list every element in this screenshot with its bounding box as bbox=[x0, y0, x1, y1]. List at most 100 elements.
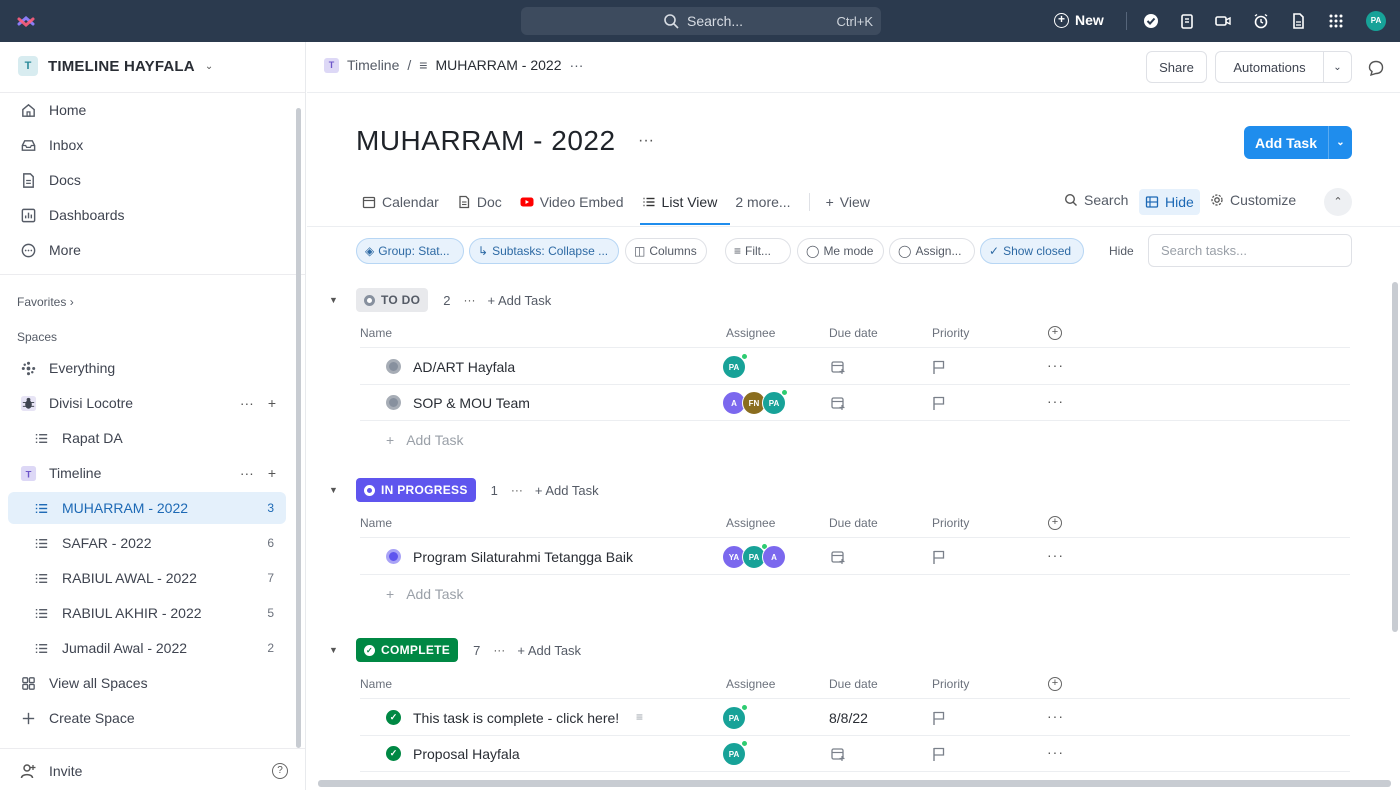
columns-button[interactable]: ◫ Columns bbox=[625, 238, 707, 264]
sidebar-item-muharram-2022[interactable]: MUHARRAM - 2022 3 bbox=[8, 492, 286, 524]
group-add-task[interactable]: + Add Task bbox=[488, 293, 552, 308]
ellipsis-icon[interactable]: ··· bbox=[240, 395, 254, 411]
group-by-filter[interactable]: ◈ Group: Stat... bbox=[356, 238, 464, 264]
add-task-row[interactable]: + Add Task bbox=[386, 586, 464, 602]
subtasks-filter[interactable]: ↳ Subtasks: Collapse ... bbox=[469, 238, 619, 264]
global-search[interactable]: Search... Ctrl+K bbox=[521, 7, 881, 35]
ellipsis-icon[interactable]: ··· bbox=[1047, 357, 1064, 373]
sidebar-item-rabiul-awal-2022[interactable]: RABIUL AWAL - 2022 7 bbox=[8, 562, 286, 594]
add-column-icon[interactable]: + bbox=[1048, 516, 1062, 530]
customize-button[interactable]: Customize bbox=[1210, 192, 1296, 208]
task-name[interactable]: This task is complete - click here! bbox=[413, 710, 619, 726]
main-scrollbar-horizontal[interactable] bbox=[318, 780, 1391, 787]
col-priority[interactable]: Priority bbox=[932, 326, 969, 340]
breadcrumb-current[interactable]: MUHARRAM - 2022 bbox=[435, 57, 561, 73]
alarm-clock-icon[interactable] bbox=[1252, 12, 1270, 30]
ellipsis-icon[interactable]: ··· bbox=[1047, 547, 1064, 563]
col-due-date[interactable]: Due date bbox=[829, 326, 878, 340]
chevron-down-icon[interactable]: ⌄ bbox=[1324, 62, 1351, 73]
show-closed-toggle[interactable]: ✓ Show closed bbox=[980, 238, 1084, 264]
col-due-date[interactable]: Due date bbox=[829, 677, 878, 691]
check-circle-icon[interactable] bbox=[1142, 12, 1160, 30]
chevron-down-icon[interactable]: ⌄ bbox=[1329, 137, 1352, 148]
group-add-task[interactable]: + Add Task bbox=[517, 643, 581, 658]
document-icon[interactable] bbox=[1289, 12, 1307, 30]
sidebar-item-home[interactable]: Home bbox=[8, 94, 286, 126]
task-search-input[interactable]: Search tasks... bbox=[1148, 234, 1352, 267]
table-row[interactable]: SOP & MOU Team A FN PA +4 ··· bbox=[360, 385, 1350, 421]
status-circle-icon[interactable] bbox=[386, 549, 401, 564]
col-assignee[interactable]: Assignee bbox=[726, 326, 775, 340]
tab-video-embed[interactable]: Video Embed bbox=[520, 192, 624, 212]
col-name[interactable]: Name bbox=[360, 326, 392, 340]
flag-icon[interactable] bbox=[931, 395, 947, 411]
ellipsis-icon[interactable]: ··· bbox=[464, 293, 476, 307]
assignees[interactable]: PA bbox=[722, 353, 748, 379]
due-date[interactable]: 8/8/22 bbox=[829, 710, 868, 726]
add-column-icon[interactable]: + bbox=[1048, 326, 1062, 340]
calendar-add-icon[interactable] bbox=[830, 359, 846, 375]
sidebar-item-create-space[interactable]: Create Space bbox=[8, 702, 286, 734]
flag-icon[interactable] bbox=[931, 359, 947, 375]
sidebar-item-view-all-spaces[interactable]: View all Spaces bbox=[8, 667, 286, 699]
hide-tool-button[interactable]: Hide bbox=[1139, 189, 1200, 215]
hide-label[interactable]: Hide bbox=[1109, 244, 1134, 258]
favorites-header[interactable]: Favorites › bbox=[17, 295, 74, 309]
sidebar-item-everything[interactable]: Everything bbox=[8, 352, 286, 384]
tab-more-views[interactable]: 2 more... bbox=[735, 192, 790, 212]
col-assignee[interactable]: Assignee bbox=[726, 516, 775, 530]
ellipsis-icon[interactable]: ··· bbox=[638, 132, 654, 150]
table-row[interactable]: ✓ This task is complete - click here! ≡ … bbox=[360, 700, 1350, 736]
tab-doc[interactable]: Doc bbox=[457, 192, 502, 212]
sidebar-item-dashboards[interactable]: Dashboards bbox=[8, 199, 286, 231]
breadcrumb-timeline[interactable]: Timeline bbox=[347, 57, 399, 73]
assignees[interactable]: YA PA A bbox=[722, 543, 786, 569]
help-icon[interactable]: ? bbox=[272, 763, 288, 779]
table-row[interactable]: AD/ART Hayfala PA ··· bbox=[360, 349, 1350, 385]
caret-down-icon[interactable]: ▼ bbox=[329, 485, 356, 495]
ellipsis-icon[interactable]: ··· bbox=[1047, 708, 1064, 724]
status-badge[interactable]: ✓ COMPLETE bbox=[356, 638, 459, 662]
ellipsis-icon[interactable]: ··· bbox=[511, 483, 523, 497]
caret-down-icon[interactable]: ▼ bbox=[329, 645, 356, 655]
workspace-switcher[interactable]: T TIMELINE HAYFALA ⌄ bbox=[18, 56, 213, 76]
ellipsis-icon[interactable]: ··· bbox=[1047, 393, 1064, 409]
invite-button[interactable]: Invite ? bbox=[8, 754, 298, 788]
add-column-icon[interactable]: + bbox=[1048, 677, 1062, 691]
plus-icon[interactable]: + bbox=[268, 465, 276, 481]
sidebar-item-more[interactable]: More bbox=[8, 234, 286, 266]
sidebar-item-inbox[interactable]: Inbox bbox=[8, 129, 286, 161]
calendar-add-icon[interactable] bbox=[830, 746, 846, 762]
share-button[interactable]: Share bbox=[1146, 51, 1207, 83]
col-priority[interactable]: Priority bbox=[932, 677, 969, 691]
assignee-filter[interactable]: ◯ Assign... bbox=[889, 238, 975, 264]
calendar-add-icon[interactable] bbox=[830, 395, 846, 411]
add-view-button[interactable]: + View bbox=[826, 192, 870, 212]
sidebar-item-docs[interactable]: Docs bbox=[8, 164, 286, 196]
ellipsis-icon[interactable]: ··· bbox=[569, 57, 583, 73]
assignees[interactable]: PA bbox=[722, 704, 748, 730]
status-circle-icon[interactable] bbox=[386, 395, 401, 410]
status-circle-icon[interactable] bbox=[386, 359, 401, 374]
app-logo-icon[interactable] bbox=[14, 9, 38, 33]
chat-icon[interactable] bbox=[1367, 59, 1385, 77]
table-row[interactable]: Program Silaturahmi Tetangga Baik YA PA … bbox=[360, 539, 1350, 575]
flag-icon[interactable] bbox=[931, 710, 947, 726]
sidebar-item-jumadil-awal-2022[interactable]: Jumadil Awal - 2022 2 bbox=[8, 632, 286, 664]
task-name[interactable]: SOP & MOU Team bbox=[413, 395, 530, 411]
sidebar-scrollbar[interactable] bbox=[296, 108, 301, 748]
main-scrollbar-vertical[interactable] bbox=[1392, 282, 1398, 632]
chevron-up-icon[interactable]: ⌃ bbox=[1324, 188, 1352, 216]
add-task-button[interactable]: Add Task ⌄ bbox=[1244, 126, 1352, 159]
caret-down-icon[interactable]: ▼ bbox=[329, 295, 356, 305]
assignees[interactable]: PA bbox=[722, 740, 748, 766]
task-name[interactable]: Program Silaturahmi Tetangga Baik bbox=[413, 549, 633, 565]
me-mode-button[interactable]: ◯ Me mode bbox=[797, 238, 884, 264]
col-name[interactable]: Name bbox=[360, 516, 392, 530]
check-circle-icon[interactable]: ✓ bbox=[386, 710, 401, 725]
ellipsis-icon[interactable]: ··· bbox=[240, 465, 254, 481]
table-row[interactable]: ✓ Proposal Hayfala PA ··· bbox=[360, 736, 1350, 772]
sidebar-item-timeline[interactable]: T Timeline ··· + bbox=[8, 457, 286, 489]
col-name[interactable]: Name bbox=[360, 677, 392, 691]
page-title[interactable]: MUHARRAM - 2022 bbox=[356, 125, 616, 157]
